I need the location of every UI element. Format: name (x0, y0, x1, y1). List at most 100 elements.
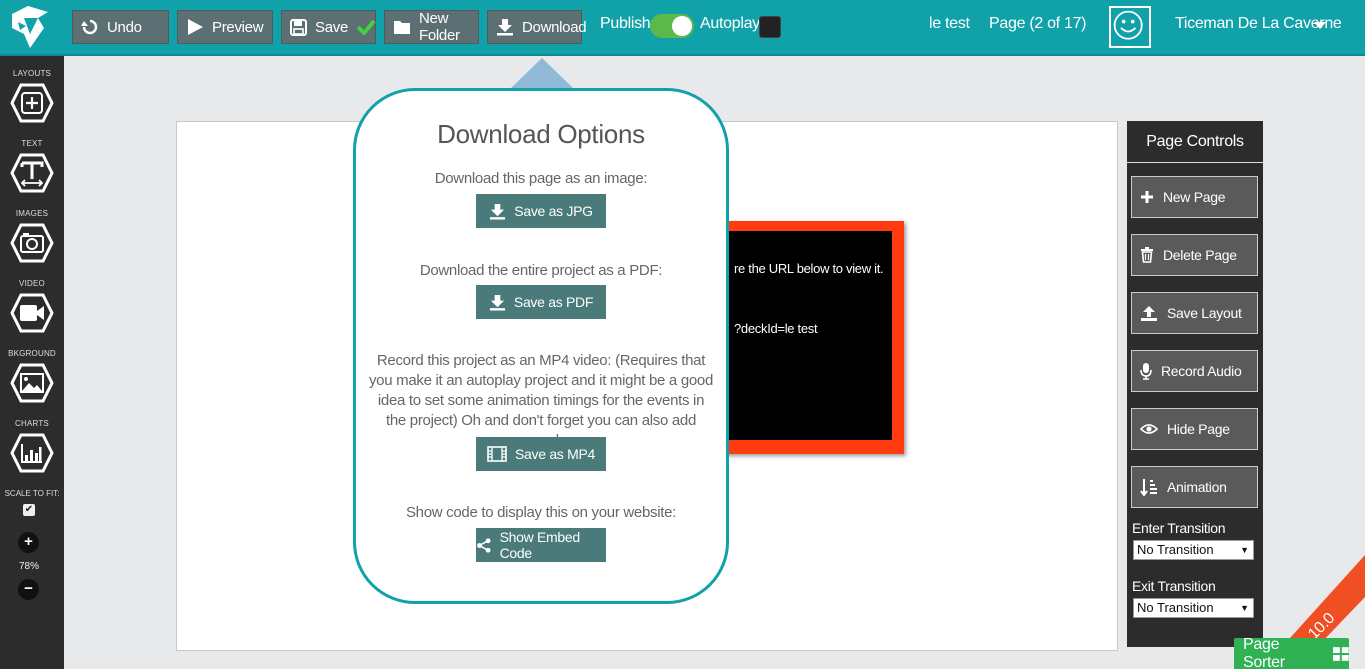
preview-button[interactable]: Preview (177, 10, 273, 44)
avatar[interactable] (1109, 6, 1151, 48)
dropdown-arrow-icon: ▼ (1240, 545, 1249, 555)
show-embed-code-label: Show Embed Code (499, 529, 581, 561)
zoom-in-button[interactable]: + (18, 532, 39, 553)
delete-page-label: Delete Page (1163, 247, 1237, 263)
autoplay-label: Autoplay: (700, 15, 765, 32)
download-icon (490, 203, 506, 220)
animation-button[interactable]: Animation (1131, 466, 1258, 508)
sidebar-label: VIDEO (19, 279, 45, 288)
picture-icon (10, 363, 54, 403)
grid-icon (1333, 646, 1349, 661)
page-controls-title: Page Controls (1127, 121, 1263, 163)
chevron-down-icon[interactable] (1314, 22, 1326, 29)
camera-icon (10, 223, 54, 263)
popup-title: Download Options (437, 119, 645, 149)
left-sidebar: LAYOUTS TEXT IMAGES VIDEO BKGROUND CHART… (0, 56, 64, 669)
hide-page-label: Hide Page (1167, 421, 1230, 437)
hide-page-button[interactable]: Hide Page (1131, 408, 1258, 450)
download-button[interactable]: Download (487, 10, 587, 44)
animation-label: Animation (1167, 479, 1227, 495)
text-icon (10, 153, 54, 193)
upload-icon (1141, 305, 1157, 321)
delete-page-button[interactable]: Delete Page (1131, 234, 1258, 276)
enter-transition-label: Enter Transition (1132, 520, 1226, 536)
enter-transition-select[interactable]: No Transition ▼ (1133, 540, 1254, 560)
new-folder-label: New Folder (419, 10, 460, 44)
sidebar-label: IMAGES (15, 209, 49, 218)
sidebar-item-images[interactable]: IMAGES (0, 209, 64, 263)
top-toolbar: Undo Preview Save New Folder Download Pu… (0, 0, 1365, 56)
sidebar-item-charts[interactable]: CHARTS (0, 419, 64, 473)
dropdown-arrow-icon: ▼ (1240, 603, 1249, 613)
share-icon (477, 537, 491, 553)
sidebar-label: TEXT (21, 139, 43, 148)
undo-button[interactable]: Undo (72, 10, 169, 44)
bar-chart-icon (10, 433, 54, 473)
new-page-label: New Page (1163, 189, 1226, 205)
save-as-jpg-button[interactable]: Save as JPG (476, 194, 606, 228)
save-as-pdf-label: Save as PDF (513, 294, 594, 310)
mp4-record-text: Record this project as an MP4 video: (Re… (368, 352, 714, 449)
sidebar-item-layouts[interactable]: LAYOUTS (0, 69, 64, 123)
message-box-inner: re the URL below to view it. ?deckId=le … (724, 231, 892, 440)
folder-icon (394, 21, 410, 34)
embed-code-text: Show code to display this on your websit… (405, 504, 677, 521)
message-text-line: re the URL below to view it. (734, 261, 884, 276)
save-layout-label: Save Layout (1167, 305, 1242, 321)
add-layout-icon (10, 83, 54, 123)
record-audio-label: Record Audio (1161, 363, 1242, 379)
save-as-mp4-label: Save as MP4 (515, 446, 595, 462)
deck-name: le test (929, 15, 970, 32)
save-layout-button[interactable]: Save Layout (1131, 292, 1258, 334)
undo-label: Undo (107, 18, 142, 36)
new-page-button[interactable]: New Page (1131, 176, 1258, 218)
sidebar-item-video[interactable]: VIDEO (0, 279, 64, 333)
scale-to-fit-label: SCALE TO FIT: (4, 489, 60, 498)
scale-to-fit-checkbox[interactable]: ✔ (23, 504, 35, 516)
page-indicator: Page (2 of 17) (989, 15, 1087, 32)
eye-icon (1140, 424, 1158, 434)
record-audio-button[interactable]: Record Audio (1131, 350, 1258, 392)
sidebar-item-text[interactable]: TEXT (0, 139, 64, 193)
floppy-disk-icon (290, 18, 307, 36)
save-label: Save (315, 18, 348, 36)
publish-toggle[interactable] (650, 14, 694, 38)
download-icon (489, 294, 505, 311)
save-as-jpg-label: Save as JPG (514, 203, 593, 219)
sidebar-label: CHARTS (15, 419, 49, 428)
sidebar-label: LAYOUTS (12, 69, 52, 78)
save-as-mp4-button[interactable]: Save as MP4 (476, 437, 606, 471)
page-controls-panel: Page Controls New Page Delete Page Save … (1127, 121, 1263, 647)
zoom-level: 78% (18, 561, 39, 572)
undo-icon (81, 19, 98, 35)
preview-label: Preview (212, 18, 264, 36)
zoom-out-button[interactable]: − (18, 579, 39, 600)
plus-icon (1141, 191, 1153, 203)
sort-icon (1140, 479, 1157, 496)
embedded-message-box[interactable]: re the URL below to view it. ?deckId=le … (710, 221, 904, 454)
save-button[interactable]: Save (281, 10, 376, 44)
enter-transition-value: No Transition (1137, 542, 1214, 557)
save-as-pdf-button[interactable]: Save as PDF (476, 285, 606, 319)
new-folder-button[interactable]: New Folder (384, 10, 479, 44)
play-icon (188, 19, 203, 35)
exit-transition-select[interactable]: No Transition ▼ (1133, 598, 1254, 618)
page-sorter-button[interactable]: Page Sorter (1234, 636, 1349, 669)
publish-label: Publish: (600, 15, 655, 32)
autoplay-checkbox[interactable] (759, 16, 781, 38)
download-options-popup: Download Options Download this page as a… (353, 88, 729, 604)
sidebar-item-background[interactable]: BKGROUND (0, 349, 64, 403)
show-embed-code-button[interactable]: Show Embed Code (476, 528, 606, 562)
download-label: Download (522, 18, 587, 36)
pdf-download-text: Download the entire project as a PDF: (419, 262, 663, 279)
microphone-icon (1140, 363, 1152, 380)
exit-transition-value: No Transition (1137, 600, 1214, 615)
popup-pointer-arrow (509, 58, 575, 90)
trash-icon (1141, 247, 1153, 263)
image-download-text: Download this page as an image: (434, 170, 648, 187)
checkmark-icon (356, 19, 376, 35)
app-logo[interactable] (8, 4, 52, 50)
download-icon (497, 19, 513, 36)
exit-transition-label: Exit Transition (1132, 578, 1216, 594)
sidebar-label: BKGROUND (8, 349, 56, 358)
